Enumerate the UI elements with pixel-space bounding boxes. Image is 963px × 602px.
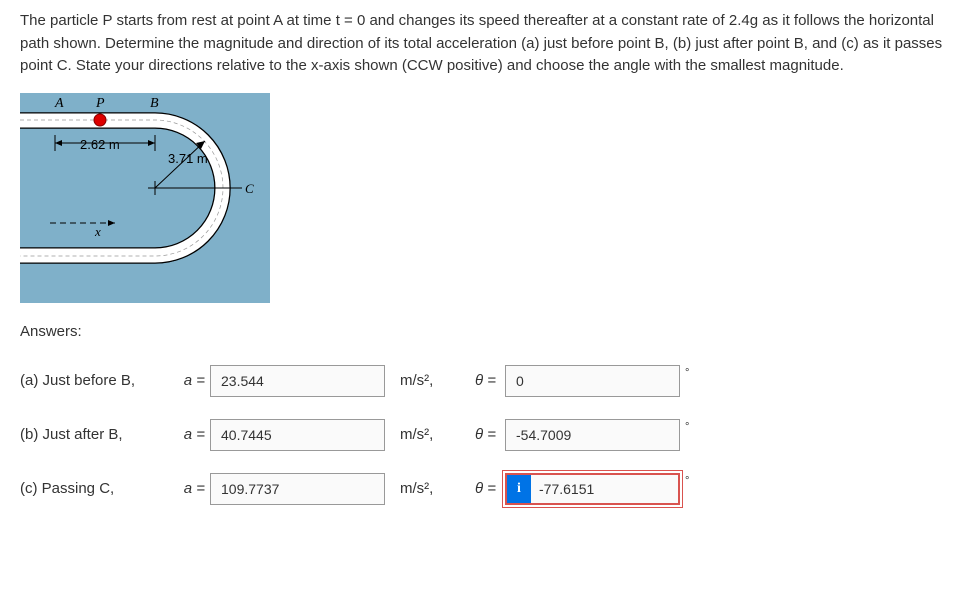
info-icon[interactable]: i [507, 475, 531, 503]
problem-statement: The particle P starts from rest at point… [20, 10, 943, 78]
answer-row-a: (a) Just before B, a = 23.544 m/s², θ = … [20, 365, 943, 397]
row-b-theta-eq: θ = [475, 426, 505, 443]
answer-row-c: (c) Passing C, a = 109.7737 m/s², θ = i … [20, 473, 943, 505]
row-a-theta-eq: θ = [475, 372, 505, 389]
row-b-theta-input[interactable]: -54.7009 [505, 419, 680, 451]
row-c-a-input[interactable]: 109.7737 [210, 473, 385, 505]
row-c-theta-eq: θ = [475, 480, 505, 497]
path-diagram: A P B 2.62 m 3.71 m C x [20, 93, 270, 303]
row-a-unit: m/s², [385, 372, 475, 389]
row-a-a-input[interactable]: 23.544 [210, 365, 385, 397]
label-p: P [95, 96, 105, 111]
row-b-unit: m/s², [385, 426, 475, 443]
row-a-a-eq: a = [175, 372, 210, 389]
deg-symbol: ° [685, 421, 689, 433]
row-b-a-eq: a = [175, 426, 210, 443]
label-b: B [150, 96, 159, 111]
row-b-a-input[interactable]: 40.7445 [210, 419, 385, 451]
row-c-theta-value: -77.6151 [539, 481, 594, 497]
row-c-a-eq: a = [175, 480, 210, 497]
dim-1: 2.62 m [80, 137, 120, 152]
row-c-theta-input[interactable]: i -77.6151 [505, 473, 680, 505]
row-a-label: (a) Just before B, [20, 372, 175, 389]
deg-symbol: ° [685, 475, 689, 487]
label-a: A [54, 96, 64, 111]
row-c-label: (c) Passing C, [20, 480, 175, 497]
label-c: C [245, 181, 254, 196]
answers-heading: Answers: [20, 323, 943, 340]
deg-symbol: ° [685, 367, 689, 379]
row-b-label: (b) Just after B, [20, 426, 175, 443]
answer-row-b: (b) Just after B, a = 40.7445 m/s², θ = … [20, 419, 943, 451]
row-a-theta-input[interactable]: 0 [505, 365, 680, 397]
axis-x: x [94, 224, 101, 239]
dim-2: 3.71 m [168, 151, 208, 166]
row-c-unit: m/s², [385, 480, 475, 497]
